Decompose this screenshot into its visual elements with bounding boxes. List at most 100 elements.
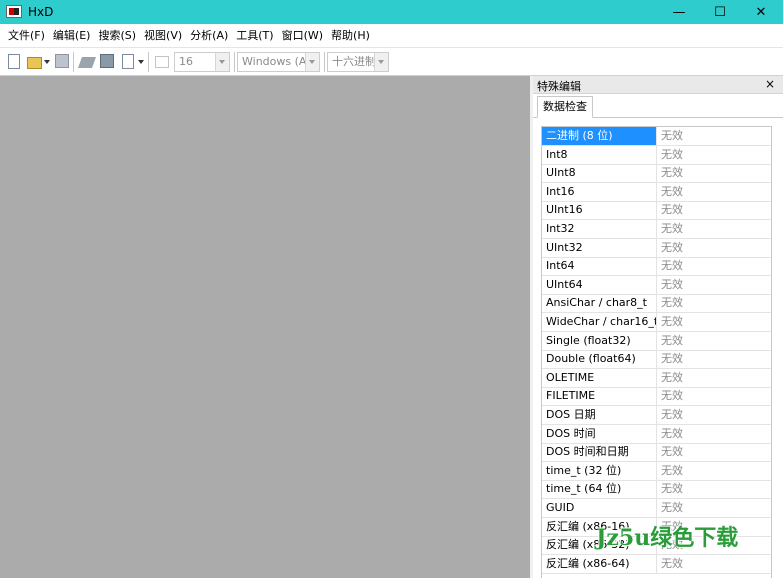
row-value[interactable]: 无效 xyxy=(657,443,771,461)
toolbar: 16 Windows (AN 十六进制 xyxy=(0,47,783,76)
row-key: DOS 时间和日期 xyxy=(542,443,657,462)
panel-tabs: 数据检查 xyxy=(533,94,783,118)
table-row[interactable]: Int8 无效 xyxy=(542,145,771,165)
menu-search[interactable]: 搜索(S) xyxy=(94,24,140,47)
open-ram-icon[interactable] xyxy=(100,54,114,68)
offset-base-select[interactable]: 十六进制 xyxy=(327,52,389,72)
row-value[interactable]: 无效 xyxy=(657,332,771,350)
row-value[interactable]: 无效 xyxy=(657,480,771,498)
panel-title: 特殊编辑 xyxy=(537,80,581,93)
row-key: UInt64 xyxy=(542,275,657,294)
table-row[interactable]: DOS 时间和日期 无效 xyxy=(542,443,771,463)
row-value[interactable]: 无效 xyxy=(657,239,771,257)
table-row[interactable]: WideChar / char16_t 无效 xyxy=(542,313,771,332)
menu-tools[interactable]: 工具(T) xyxy=(232,24,277,47)
table-row[interactable]: FILETIME 无效 xyxy=(542,387,771,407)
table-row[interactable]: time_t (64 位) 无效 xyxy=(542,480,771,500)
charset-value: Windows (AN xyxy=(242,55,315,68)
table-row[interactable]: DOS 时间 无效 xyxy=(542,424,771,444)
table-row[interactable]: GUID 无效 xyxy=(542,499,771,518)
row-key: time_t (64 位) xyxy=(542,480,657,499)
page-dropdown-arrow-icon[interactable] xyxy=(138,60,144,64)
panel-close-icon[interactable]: × xyxy=(765,77,775,91)
close-button[interactable]: ✕ xyxy=(738,0,783,24)
row-value[interactable]: 无效 xyxy=(657,146,771,164)
row-key: Double (float64) xyxy=(542,350,657,369)
app-logo-icon xyxy=(6,5,22,18)
charset-select[interactable]: Windows (AN xyxy=(237,52,320,72)
menu-window[interactable]: 窗口(W) xyxy=(278,24,327,47)
table-row[interactable]: Int32 无效 xyxy=(542,220,771,239)
bytes-per-row-value: 16 xyxy=(179,55,193,68)
row-value[interactable]: 无效 xyxy=(657,499,771,517)
row-key: 反汇编 (x86-64) xyxy=(542,554,657,573)
chevron-down-icon[interactable] xyxy=(305,53,319,71)
tab-data-inspector[interactable]: 数据检查 xyxy=(537,96,593,118)
table-row[interactable]: time_t (32 位) 无效 xyxy=(542,461,771,481)
chevron-down-icon[interactable] xyxy=(215,53,229,71)
row-value[interactable]: 无效 xyxy=(657,555,771,573)
new-file-icon[interactable] xyxy=(8,54,20,69)
table-row[interactable]: DOS 日期 无效 xyxy=(542,406,771,425)
row-value[interactable]: 无效 xyxy=(657,369,771,387)
row-value[interactable]: 无效 xyxy=(657,387,771,405)
open-folder-icon[interactable] xyxy=(27,57,42,69)
row-value[interactable]: 无效 xyxy=(657,350,771,368)
table-row[interactable]: UInt16 无效 xyxy=(542,201,771,221)
row-value[interactable]: 无效 xyxy=(657,183,771,201)
menu-help[interactable]: 帮助(H) xyxy=(327,24,374,47)
menu-analysis[interactable]: 分析(A) xyxy=(186,24,232,47)
toolbar-separator xyxy=(324,52,325,72)
minimize-button[interactable]: — xyxy=(656,0,702,24)
row-value[interactable]: 无效 xyxy=(657,220,771,238)
row-key: Int8 xyxy=(542,145,657,164)
row-value[interactable]: 无效 xyxy=(657,257,771,275)
row-value[interactable]: 无效 xyxy=(657,425,771,443)
row-value[interactable]: 无效 xyxy=(657,462,771,480)
row-key: UInt16 xyxy=(542,201,657,220)
open-disk-icon[interactable] xyxy=(77,57,97,68)
chevron-down-icon[interactable] xyxy=(374,53,388,71)
row-value[interactable]: 无效 xyxy=(657,294,771,312)
toolbar-separator xyxy=(234,52,235,72)
special-edit-panel: 特殊编辑 × 数据检查 二进制 (8 位) 无效 Int8 无效 UInt8 无效 Int1… xyxy=(533,76,783,578)
data-inspector-grid[interactable]: 二进制 (8 位) 无效 Int8 无效 UInt8 无效 Int16 无效 UInt16 无效 I… xyxy=(541,126,772,578)
menu-view[interactable]: 视图(V) xyxy=(140,24,186,47)
row-key: OLETIME xyxy=(542,368,657,387)
table-row[interactable]: Double (float64) 无效 xyxy=(542,350,771,370)
page-icon[interactable] xyxy=(122,54,134,69)
row-key: UInt32 xyxy=(542,238,657,257)
row-value[interactable]: 无效 xyxy=(657,201,771,219)
watermark: Jz5u绿色下载 xyxy=(596,525,739,551)
menu-file[interactable]: 文件(F) xyxy=(4,24,49,47)
bytes-per-row-select[interactable]: 16 xyxy=(174,52,230,72)
editor-area[interactable] xyxy=(0,76,530,578)
maximize-button[interactable]: ☐ xyxy=(697,0,743,24)
row-key: time_t (32 位) xyxy=(542,461,657,480)
title-bar: HxD — ☐ ✕ xyxy=(0,0,783,24)
menu-bar: 文件(F) 编辑(E) 搜索(S) 视图(V) 分析(A) 工具(T) 窗口(W… xyxy=(0,24,783,47)
row-value[interactable]: 无效 xyxy=(657,406,771,424)
row-key: Single (float32) xyxy=(542,331,657,350)
table-row[interactable]: AnsiChar / char8_t 无效 xyxy=(542,294,771,314)
table-row[interactable]: UInt32 无效 xyxy=(542,238,771,258)
row-value[interactable]: 无效 xyxy=(657,276,771,294)
table-row[interactable]: OLETIME 无效 xyxy=(542,368,771,388)
row-key: Int16 xyxy=(542,182,657,201)
columns-icon[interactable] xyxy=(155,56,169,68)
table-row[interactable]: 二进制 (8 位) 无效 xyxy=(542,127,771,146)
row-value[interactable]: 无效 xyxy=(657,164,771,182)
open-dropdown-arrow-icon[interactable] xyxy=(44,60,50,64)
offset-base-value: 十六进制 xyxy=(332,55,376,68)
row-value[interactable]: 无效 xyxy=(657,127,771,145)
table-row[interactable]: UInt8 无效 xyxy=(542,164,771,184)
save-icon[interactable] xyxy=(55,54,69,68)
table-row[interactable]: Int16 无效 xyxy=(542,182,771,202)
table-row[interactable]: Int64 无效 xyxy=(542,257,771,277)
table-row[interactable]: UInt64 无效 xyxy=(542,275,771,295)
panel-header: 特殊编辑 × xyxy=(533,76,783,94)
menu-edit[interactable]: 编辑(E) xyxy=(49,24,95,47)
table-row[interactable]: 反汇编 (x86-64) 无效 xyxy=(542,554,771,574)
table-row[interactable]: Single (float32) 无效 xyxy=(542,331,771,351)
row-value[interactable]: 无效 xyxy=(657,313,771,331)
